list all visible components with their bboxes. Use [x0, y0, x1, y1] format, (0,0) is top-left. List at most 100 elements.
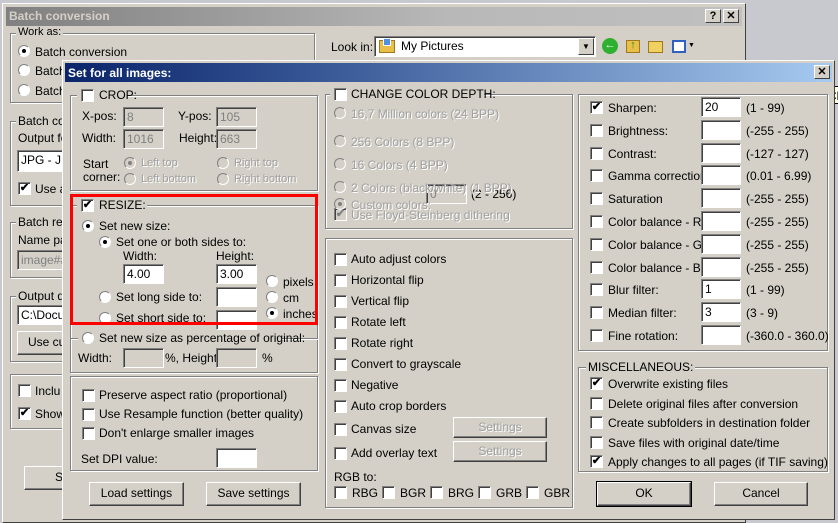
color-depth-radio[interactable]: [334, 135, 346, 147]
look-in-label: Look in:: [331, 40, 374, 54]
up-folder-icon[interactable]: ↑: [626, 40, 640, 53]
ypos-input[interactable]: 105: [216, 107, 257, 127]
dialog-close-button[interactable]: ✕: [814, 65, 830, 79]
rgb-checkbox[interactable]: [526, 486, 539, 499]
rgb-checkbox[interactable]: [382, 486, 395, 499]
filter-checkbox[interactable]: [590, 192, 603, 206]
radio-batch-conversion[interactable]: [18, 45, 30, 57]
settings-button[interactable]: Settings: [453, 417, 547, 438]
corner-left-top-radio[interactable]: [124, 157, 136, 169]
transform-checkbox[interactable]: [334, 316, 347, 329]
crop-height-input[interactable]: 663: [216, 129, 257, 149]
filter-checkbox[interactable]: [590, 260, 603, 274]
color-depth-radio[interactable]: [334, 107, 346, 119]
transform-checkbox[interactable]: [334, 295, 347, 308]
transform-checkbox[interactable]: [334, 274, 347, 287]
dropdown-arrow-icon[interactable]: ▼: [578, 38, 594, 55]
pct-width-input[interactable]: [123, 348, 164, 368]
transform-label: Vertical flip: [351, 294, 410, 308]
output-dir-input[interactable]: C:\Docu: [17, 305, 67, 325]
radio-batch-3[interactable]: [18, 84, 30, 96]
transform-checkbox[interactable]: [334, 337, 347, 350]
filter-label: Contrast:: [608, 146, 657, 161]
percentage-radio[interactable]: [82, 332, 94, 344]
show-checkbox[interactable]: ✔: [18, 407, 31, 420]
name-pattern-input[interactable]: image##: [17, 250, 67, 270]
output-format-select[interactable]: JPG - JP: [17, 150, 67, 172]
view-menu-arrow-icon[interactable]: ▼: [688, 42, 695, 49]
pct-height-input[interactable]: [216, 348, 257, 368]
filter-checkbox[interactable]: [590, 329, 603, 342]
filter-value-input[interactable]: 20: [701, 97, 741, 117]
filter-checkbox[interactable]: ✔: [590, 101, 603, 114]
filter-checkbox[interactable]: [590, 283, 603, 297]
dpi-input[interactable]: [216, 448, 257, 468]
filter-value-input[interactable]: [701, 211, 741, 231]
transform-checkbox[interactable]: [334, 423, 347, 436]
include-checkbox[interactable]: [18, 384, 31, 397]
radio-batch-2[interactable]: [18, 64, 30, 76]
transform-checkbox[interactable]: [334, 358, 347, 371]
color-depth-radio[interactable]: [334, 198, 346, 210]
filter-checkbox[interactable]: [590, 146, 603, 160]
option-checkbox[interactable]: [82, 389, 95, 402]
include-label: Inclu: [35, 384, 61, 398]
cancel-button[interactable]: Cancel: [714, 482, 808, 506]
filter-range: (-127 - 127): [746, 146, 809, 161]
color-depth-radio[interactable]: [334, 158, 346, 170]
filter-checkbox[interactable]: [590, 237, 603, 251]
look-in-select[interactable]: My Pictures ▼: [374, 36, 596, 57]
filter-checkbox[interactable]: [590, 169, 603, 183]
filter-range: (-255 - 255): [746, 192, 809, 207]
transform-checkbox[interactable]: [334, 253, 347, 266]
use-current-button[interactable]: Use cu: [17, 331, 67, 355]
rgb-checkbox[interactable]: [334, 486, 347, 499]
transform-checkbox[interactable]: [334, 447, 347, 460]
crop-width-input[interactable]: 1016: [123, 129, 164, 149]
filter-checkbox[interactable]: [590, 215, 603, 228]
transform-checkbox[interactable]: [334, 400, 347, 413]
color-depth-checkbox[interactable]: [334, 88, 347, 101]
back-icon[interactable]: ←: [602, 38, 618, 54]
use-checkbox[interactable]: ✔: [18, 182, 31, 195]
option-checkbox[interactable]: [82, 408, 95, 421]
misc-checkbox[interactable]: [590, 416, 603, 429]
background-close-button[interactable]: ✕: [723, 9, 739, 23]
corner-right-bottom-radio[interactable]: [217, 173, 229, 185]
filter-value-input[interactable]: [701, 233, 741, 254]
transform-checkbox[interactable]: [334, 379, 347, 392]
filter-value-input[interactable]: [701, 256, 741, 277]
filter-value-input[interactable]: 1: [701, 279, 741, 300]
filter-checkbox[interactable]: [590, 123, 603, 137]
color-depth-option: 2 Colors (black/white) (1 BPP): [351, 181, 512, 195]
misc-checkbox[interactable]: ✔: [590, 455, 603, 468]
rgb-checkbox[interactable]: [478, 486, 491, 499]
crop-checkbox[interactable]: [81, 89, 94, 102]
view-menu-icon[interactable]: [672, 40, 686, 53]
save-settings-button[interactable]: Save settings: [206, 482, 301, 506]
filter-value-input[interactable]: [701, 325, 741, 345]
misc-checkbox[interactable]: [590, 396, 603, 410]
corner-right-top-radio[interactable]: [217, 157, 229, 169]
corner-left-bottom-radio[interactable]: [124, 173, 136, 185]
help-button[interactable]: ?: [705, 9, 721, 23]
ok-button[interactable]: OK: [596, 481, 692, 507]
filter-value-input[interactable]: [701, 165, 741, 186]
misc-checkbox[interactable]: ✔: [590, 377, 603, 390]
option-checkbox[interactable]: [82, 427, 95, 440]
xpos-input[interactable]: 8: [123, 107, 164, 127]
filter-value-input[interactable]: 3: [701, 302, 741, 323]
color-depth-radio[interactable]: [334, 181, 346, 193]
rgb-checkbox[interactable]: [430, 486, 443, 499]
rgb-to-label: RGB to:: [334, 470, 377, 484]
filter-value-input[interactable]: [701, 142, 741, 163]
misc-label: Apply changes to all pages (if TIF savin…: [608, 455, 828, 469]
new-folder-icon[interactable]: [648, 41, 663, 53]
filter-value-input[interactable]: [701, 188, 741, 209]
filter-value-input[interactable]: [701, 119, 741, 140]
misc-checkbox[interactable]: [590, 435, 603, 449]
load-settings-button[interactable]: Load settings: [89, 482, 184, 506]
settings-button[interactable]: Settings: [453, 441, 547, 462]
rgb-option-label: BGR: [400, 486, 427, 500]
filter-checkbox[interactable]: [590, 306, 603, 320]
